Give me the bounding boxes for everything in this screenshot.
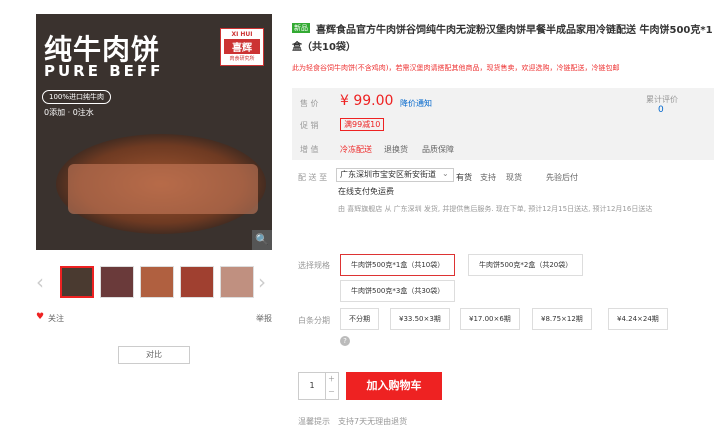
zoom-icon[interactable]: 🔍 bbox=[252, 230, 272, 250]
shipping-label: 温馨提示 bbox=[298, 417, 330, 426]
stock-status: 有货 bbox=[456, 173, 472, 182]
image-features: 0添加 · 0注水 bbox=[44, 108, 94, 117]
shipping-text: 支持7天无理由退货 bbox=[338, 417, 408, 426]
variant-option[interactable]: 牛肉饼500克*3盒（共30袋） bbox=[340, 280, 456, 302]
thumbnail[interactable] bbox=[220, 266, 254, 298]
dispatch-note: 由 喜辉旗舰店 从 广东深圳 发货, 并提供售后服务. 现在下单, 预计12月1… bbox=[338, 205, 653, 213]
installment-plan[interactable]: ¥33.50×3期 bbox=[390, 308, 450, 330]
price-value: ¥ 99.00 bbox=[340, 93, 394, 109]
logo-cn: 喜辉 bbox=[224, 39, 260, 54]
price-notify-link[interactable]: 降价通知 bbox=[400, 98, 432, 109]
product-title: 喜辉食品官方牛肉饼谷饲纯牛肉无淀粉汉堡肉饼早餐半成品家用冷链配送 牛肉饼500克… bbox=[292, 25, 713, 53]
variant-option[interactable]: 牛肉饼500克*2盒（共20袋） bbox=[468, 254, 584, 276]
service-item: 品质保障 bbox=[422, 145, 454, 154]
thumbnail[interactable] bbox=[140, 266, 174, 298]
promotion-label: 促 销 bbox=[300, 121, 319, 130]
promo-text: 此为轻食谷饲牛肉饼(不含鸡肉)，若需汉堡肉请搭配其他商品，现货售卖，欢迎选购，冷… bbox=[292, 64, 620, 72]
delivery-note: 现货 bbox=[506, 173, 522, 182]
service-item: 退换货 bbox=[384, 145, 408, 154]
product-main-image[interactable]: 纯牛肉饼 PURE BEFF 100%进口纯牛肉 0添加 · 0注水 XI HU… bbox=[36, 14, 272, 250]
brand-logo: XI HUI 喜辉 肉食研究所 bbox=[220, 28, 264, 66]
address-select[interactable]: 广东深圳市宝安区新安街道 bbox=[336, 168, 454, 182]
image-subtitle: PURE BEFF bbox=[44, 62, 164, 80]
quantity-stepper[interactable]: ＋－ bbox=[325, 372, 339, 400]
service-label: 增 值 bbox=[300, 145, 319, 154]
installment-label: 白条分期 bbox=[298, 316, 330, 325]
thumbnail[interactable] bbox=[100, 266, 134, 298]
review-label: 累计评价 bbox=[646, 95, 678, 104]
delivery-note: 支持 bbox=[480, 173, 496, 182]
next-arrow-icon[interactable]: › bbox=[258, 270, 266, 294]
heart-icon[interactable]: ♥ bbox=[36, 312, 44, 322]
favorite-link[interactable]: 关注 bbox=[48, 313, 64, 324]
installment-plan[interactable]: ¥17.00×6期 bbox=[460, 308, 520, 330]
service-item: 冷冻配送 bbox=[340, 145, 372, 154]
installment-plan[interactable]: ¥4.24×24期 bbox=[608, 308, 668, 330]
quantity-input[interactable]: 1 bbox=[298, 372, 326, 400]
report-link[interactable]: 举报 bbox=[256, 313, 272, 324]
help-icon[interactable]: ? bbox=[340, 336, 350, 346]
compare-button[interactable]: 对比 bbox=[118, 346, 190, 364]
installment-plan[interactable]: 不分期 bbox=[340, 308, 379, 330]
online-pay-text: 在线支付免运费 bbox=[338, 187, 394, 196]
prev-arrow-icon[interactable]: ‹ bbox=[36, 270, 44, 294]
selection-label: 选择规格 bbox=[298, 261, 330, 270]
logo-label: 肉食研究所 bbox=[229, 56, 255, 62]
thumbnail[interactable] bbox=[180, 266, 214, 298]
price-box: 售 价 ¥ 99.00 降价通知 累计评价 0 促 销 满99减10 增 值 冷… bbox=[292, 88, 714, 160]
promotion-tag: 满99减10 bbox=[340, 118, 385, 131]
delivery-label: 配 送 至 bbox=[298, 173, 328, 182]
installment-plan[interactable]: ¥8.75×12期 bbox=[532, 308, 592, 330]
image-pill: 100%进口纯牛肉 bbox=[42, 90, 112, 104]
chevron-down-icon: ⌄ bbox=[442, 169, 449, 178]
steak-crust bbox=[68, 164, 258, 214]
thumbnail[interactable] bbox=[60, 266, 94, 298]
logo-en: XI HUI bbox=[231, 31, 253, 38]
add-to-cart-button[interactable]: 加入购物车 bbox=[346, 372, 442, 400]
variant-option[interactable]: 牛肉饼500克*1盒（共10袋） bbox=[340, 254, 456, 276]
delivery-note: 先验后付 bbox=[546, 173, 578, 182]
review-count[interactable]: 0 bbox=[658, 105, 664, 115]
price-label: 售 价 bbox=[300, 99, 319, 108]
